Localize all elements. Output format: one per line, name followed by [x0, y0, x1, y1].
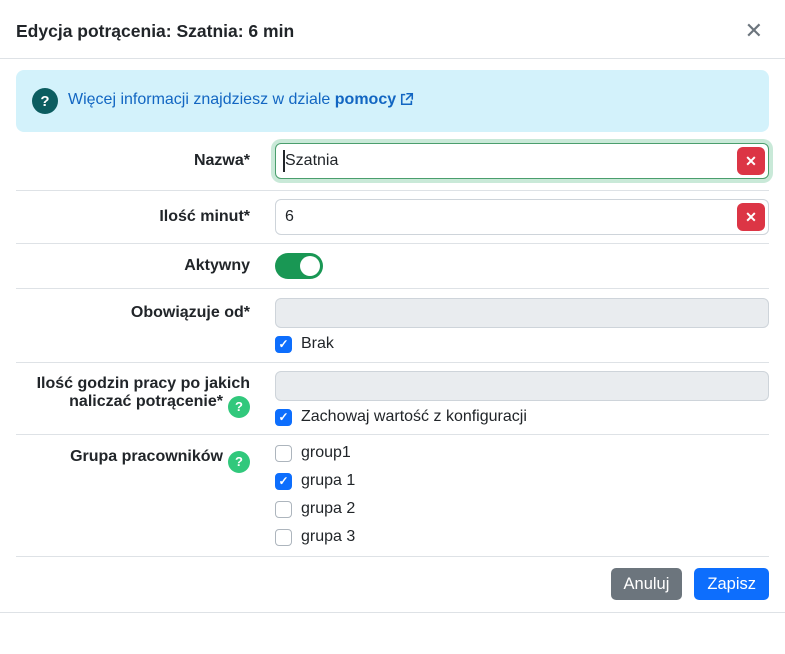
- brak-checkbox[interactable]: ✓: [275, 335, 292, 353]
- question-circle-icon: ?: [32, 88, 58, 114]
- obowiazuje-od-label: Obowiązuje od*: [130, 304, 250, 321]
- help-icon-grupa[interactable]: ?: [228, 450, 250, 473]
- zachowaj-checkbox[interactable]: ✓: [275, 408, 292, 426]
- field-row-nazwa: Nazwa* ✕: [16, 132, 769, 191]
- help-link[interactable]: pomocy: [335, 91, 396, 108]
- aktywny-toggle[interactable]: [275, 253, 323, 279]
- clear-nazwa-icon[interactable]: ✕: [737, 147, 765, 175]
- grupa1-checkbox[interactable]: ✓: [275, 472, 292, 490]
- zachowaj-label: Zachowaj wartość z konfiguracji: [301, 408, 527, 425]
- group-option-row: group1: [275, 444, 769, 462]
- clear-ilosc-minut-icon[interactable]: ✕: [737, 203, 765, 231]
- toggle-knob: [300, 256, 320, 276]
- grupa-label-text: Grupa pracowników: [70, 448, 223, 465]
- nazwa-label: Nazwa*: [193, 152, 250, 169]
- info-text: Więcej informacji znajdziesz w dziale: [68, 91, 331, 108]
- ilosc-minut-controls: ✕: [275, 199, 769, 235]
- ilosc-godzin-label-text: Ilość godzin pracy po jakich naliczać po…: [36, 375, 250, 410]
- close-icon[interactable]: ✕: [739, 18, 769, 44]
- ilosc-minut-input[interactable]: [275, 199, 769, 235]
- modal-header: Edycja potrącenia: Szatnia: 6 min ✕: [0, 0, 785, 59]
- grupa-label: Grupa pracowników?: [16, 444, 250, 473]
- aktywny-label: Aktywny: [184, 257, 250, 274]
- nazwa-input[interactable]: [275, 143, 769, 179]
- help-icon-godziny[interactable]: ?: [228, 395, 250, 418]
- grupa2-label: grupa 2: [301, 500, 356, 517]
- ilosc-minut-label: Ilość minut*: [159, 208, 250, 225]
- save-button[interactable]: Zapisz: [694, 568, 769, 600]
- nazwa-controls: ✕: [275, 143, 769, 179]
- field-row-grupa: Grupa pracowników? group1 ✓ grupa 1 grup…: [16, 435, 769, 556]
- obowiazuje-od-input: [275, 298, 769, 328]
- field-row-aktywny: Aktywny: [16, 244, 769, 289]
- aktywny-controls: [275, 253, 769, 279]
- grupa2-checkbox[interactable]: [275, 500, 292, 518]
- brak-check-line: ✓ Brak: [275, 335, 769, 353]
- group-option-row: ✓ grupa 1: [275, 472, 769, 490]
- group1-checkbox[interactable]: [275, 444, 292, 462]
- ilosc-godzin-controls: ✓ Zachowaj wartość z konfiguracji: [275, 371, 769, 426]
- field-row-obowiazuje-od: Obowiązuje od* ✓ Brak: [16, 289, 769, 363]
- group-option-row: grupa 3: [275, 528, 769, 546]
- modal-body: ? Więcej informacji znajdziesz w dziale …: [0, 59, 785, 556]
- cancel-button[interactable]: Anuluj: [610, 568, 683, 600]
- brak-label: Brak: [301, 335, 334, 352]
- external-link-icon: [400, 92, 414, 110]
- grupa3-label: grupa 3: [301, 528, 356, 545]
- info-banner: ? Więcej informacji znajdziesz w dziale …: [16, 70, 769, 132]
- grupa1-label: grupa 1: [301, 472, 356, 489]
- field-row-ilosc-godzin: Ilość godzin pracy po jakich naliczać po…: [16, 363, 769, 435]
- ilosc-godzin-label: Ilość godzin pracy po jakich naliczać po…: [16, 371, 250, 418]
- modal-title: Edycja potrącenia: Szatnia: 6 min: [16, 20, 295, 41]
- group1-label: group1: [301, 444, 351, 461]
- modal-footer: Anuluj Zapisz: [16, 556, 769, 612]
- text-caret: [283, 150, 285, 172]
- edit-deduction-modal: Edycja potrącenia: Szatnia: 6 min ✕ ? Wi…: [0, 0, 785, 613]
- field-row-ilosc-minut: Ilość minut* ✕: [16, 191, 769, 244]
- modal-bottom-edge: [0, 612, 785, 613]
- grupa3-checkbox[interactable]: [275, 528, 292, 546]
- group-option-row: grupa 2: [275, 500, 769, 518]
- obowiazuje-od-controls: ✓ Brak: [275, 298, 769, 353]
- info-banner-text: Więcej informacji znajdziesz w dziale po…: [68, 91, 414, 111]
- ilosc-godzin-input: [275, 371, 769, 401]
- grupa-options: group1 ✓ grupa 1 grupa 2 grupa 3: [275, 444, 769, 546]
- zachowaj-check-line: ✓ Zachowaj wartość z konfiguracji: [275, 408, 769, 426]
